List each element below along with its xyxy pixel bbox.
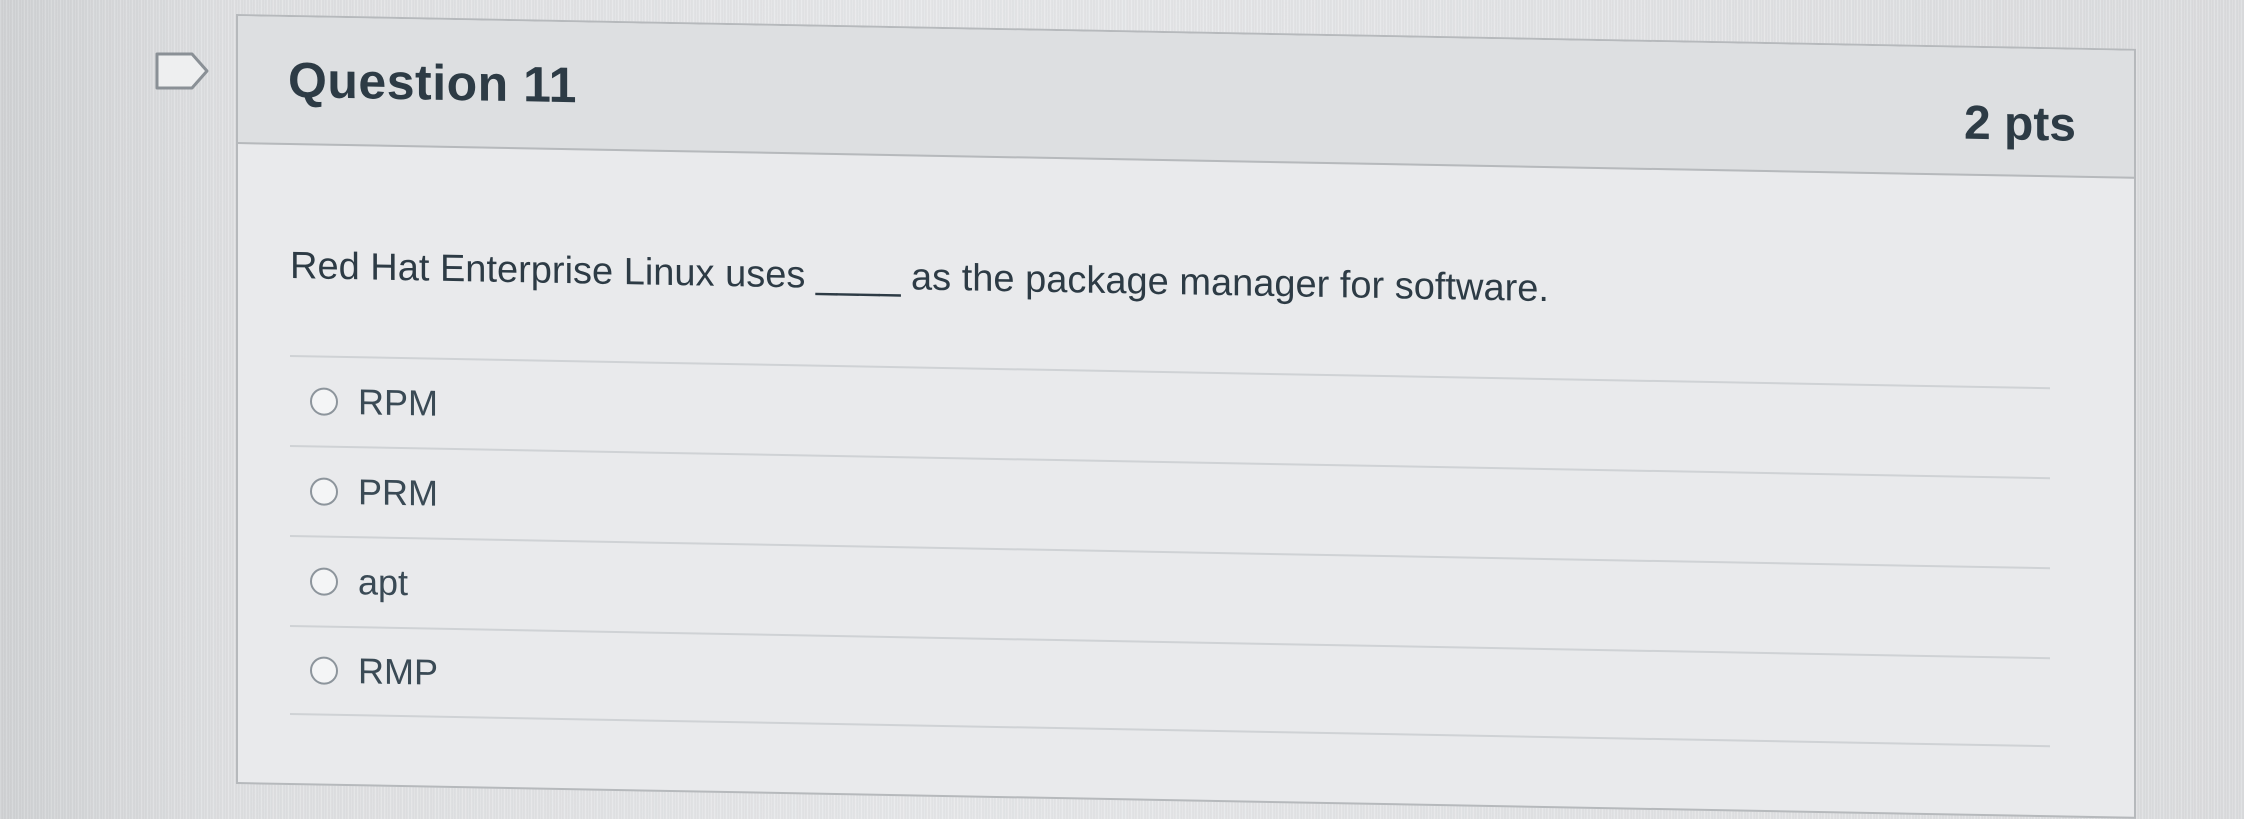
answer-label: apt	[358, 561, 409, 604]
answer-label: RPM	[358, 381, 438, 424]
question-body: Red Hat Enterprise Linux uses ____ as th…	[238, 144, 2134, 817]
question-points: 2 pts	[1963, 96, 2076, 152]
answer-label: RMP	[358, 650, 438, 693]
radio-button[interactable]	[310, 656, 338, 685]
question-title: Question 11	[288, 51, 577, 114]
bookmark-flag-icon[interactable]	[154, 51, 210, 91]
question-card: Question 11 2 pts Red Hat Enterprise Lin…	[236, 14, 2136, 819]
answer-label: PRM	[358, 471, 438, 514]
answer-list: RPM PRM apt RMP	[290, 354, 2050, 748]
radio-button[interactable]	[310, 567, 338, 596]
question-text: Red Hat Enterprise Linux uses ____ as th…	[290, 244, 1549, 311]
radio-button[interactable]	[310, 387, 338, 416]
radio-button[interactable]	[310, 477, 338, 506]
